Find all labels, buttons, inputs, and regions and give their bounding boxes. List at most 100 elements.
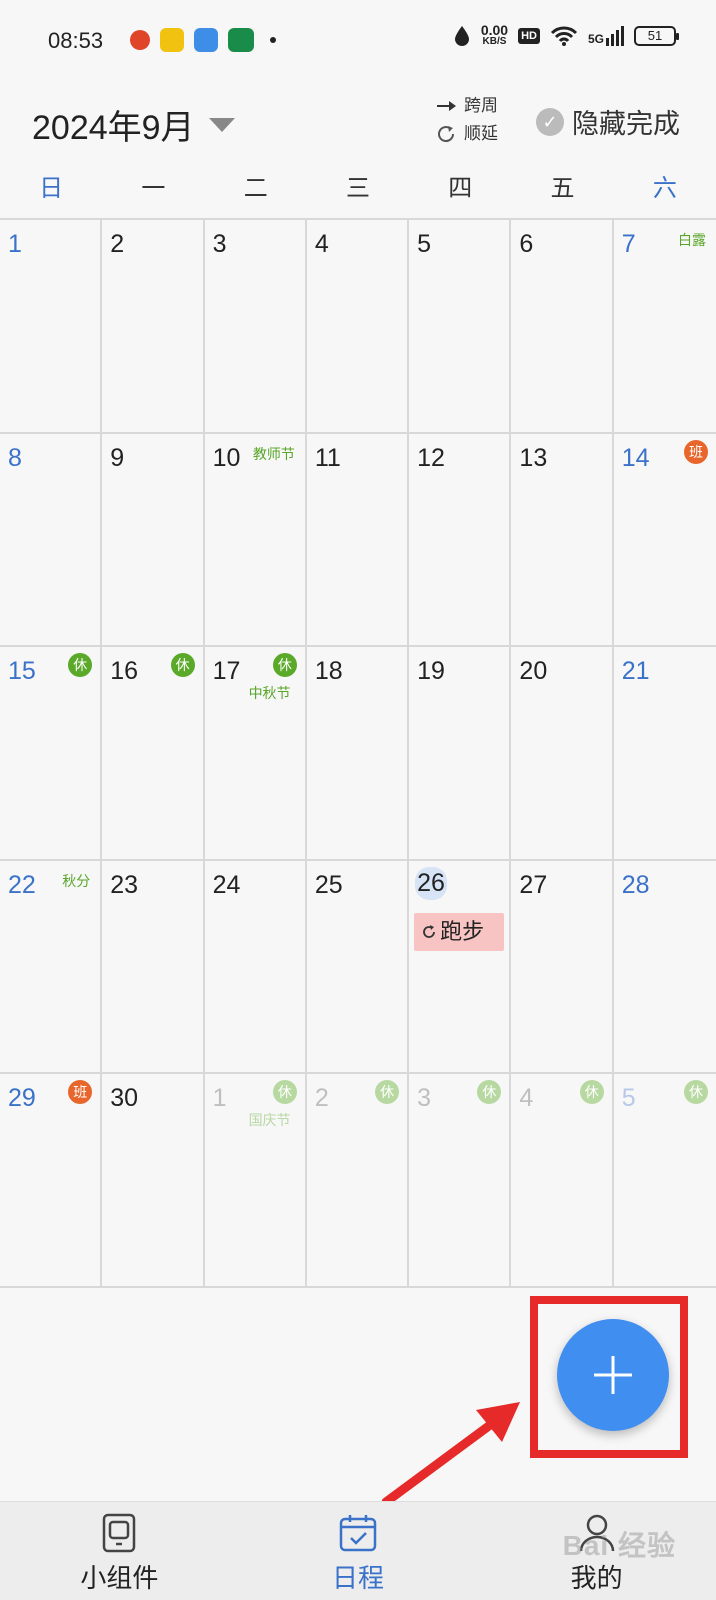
holiday-badge: 休 bbox=[375, 1080, 400, 1104]
day-cell[interactable]: 5休 bbox=[613, 1074, 716, 1288]
day-cell[interactable]: 2 bbox=[102, 220, 205, 434]
day-number: 18 bbox=[314, 657, 343, 685]
bottom-navigation: 小组件 日程 我的 bbox=[0, 1501, 716, 1600]
day-cell[interactable]: 5 bbox=[409, 220, 512, 434]
day-number: 2 bbox=[314, 1084, 329, 1112]
repeat-icon bbox=[423, 924, 436, 938]
display-options: 跨周 顺延 bbox=[436, 92, 498, 148]
weekday-label: 二 bbox=[243, 175, 268, 202]
status-indicators: 0.00 KB/S HD 5G 51 bbox=[453, 23, 679, 48]
nav-widgets[interactable]: 小组件 bbox=[0, 1502, 239, 1600]
day-cell[interactable]: 27 bbox=[511, 860, 614, 1074]
day-number: 10 bbox=[212, 443, 241, 472]
day-number: 3 bbox=[417, 1084, 432, 1112]
calendar-header: 2024年9月 跨周 顺延 ✓ 隐藏完成 bbox=[0, 80, 716, 160]
day-number: 27 bbox=[519, 870, 548, 899]
day-cell[interactable]: 18 bbox=[306, 647, 410, 861]
weekday-label: 五 bbox=[550, 175, 575, 202]
day-number: 5 bbox=[417, 230, 432, 258]
day-cell[interactable]: 16 休 bbox=[102, 647, 205, 861]
day-cell[interactable]: 13 bbox=[511, 433, 614, 647]
day-cell[interactable]: 25 bbox=[306, 860, 410, 1074]
day-cell[interactable]: 21 bbox=[613, 647, 716, 861]
app-notification-icon bbox=[160, 28, 184, 52]
day-cell[interactable]: 29 班 bbox=[0, 1074, 103, 1288]
day-cell[interactable]: 12 bbox=[409, 433, 512, 647]
day-number: 12 bbox=[417, 443, 445, 472]
day-cell[interactable]: 4 bbox=[306, 220, 410, 434]
more-notifications-dot bbox=[270, 37, 276, 43]
day-number: 24 bbox=[212, 870, 241, 899]
cross-week-option[interactable]: 跨周 bbox=[436, 92, 498, 120]
day-cell[interactable]: 6 bbox=[511, 220, 614, 434]
event-title: 跑步 bbox=[440, 918, 485, 944]
oppo-app-icon bbox=[228, 28, 254, 52]
day-cell[interactable]: 30 bbox=[102, 1074, 205, 1288]
holiday-badge: 休 bbox=[683, 1080, 708, 1104]
day-cell[interactable]: 23 bbox=[102, 860, 205, 1074]
holiday-badge: 休 bbox=[68, 653, 93, 677]
nav-widgets-label: 小组件 bbox=[80, 1563, 159, 1593]
day-cell-today[interactable]: 26 跑步 bbox=[409, 860, 512, 1074]
hide-completed-toggle[interactable]: ✓ 隐藏完成 bbox=[536, 102, 680, 141]
weekday-label: 四 bbox=[448, 175, 473, 202]
festival-label: 秋分 bbox=[62, 872, 91, 889]
day-cell[interactable]: 19 bbox=[409, 647, 512, 861]
month-title: 2024年9月 bbox=[32, 109, 195, 147]
festival-label: 中秋节 bbox=[248, 685, 291, 701]
day-cell[interactable]: 7 白露 bbox=[613, 220, 716, 434]
nav-mine[interactable]: 我的 bbox=[477, 1502, 716, 1600]
battery-icon: 51 bbox=[634, 26, 679, 46]
day-number: 17 bbox=[212, 657, 241, 685]
day-number: 4 bbox=[314, 230, 329, 258]
day-cell[interactable]: 4休 bbox=[511, 1074, 614, 1288]
day-cell[interactable]: 20 bbox=[511, 647, 614, 861]
day-number: 16 bbox=[110, 657, 139, 685]
nav-schedule-label: 日程 bbox=[332, 1563, 385, 1593]
day-number: 28 bbox=[621, 870, 650, 899]
weekday-label: 六 bbox=[652, 175, 677, 202]
event-chip[interactable]: 跑步 bbox=[414, 912, 505, 951]
workday-badge: 班 bbox=[683, 439, 708, 464]
day-cell[interactable]: 11 bbox=[306, 433, 410, 647]
holiday-badge: 休 bbox=[170, 653, 195, 677]
day-cell[interactable]: 24 bbox=[204, 860, 307, 1074]
day-cell[interactable]: 22 秋分 bbox=[0, 860, 103, 1074]
day-number: 11 bbox=[314, 443, 341, 472]
day-cell[interactable]: 8 bbox=[0, 433, 103, 647]
day-number: 6 bbox=[519, 230, 534, 258]
day-number: 25 bbox=[314, 870, 343, 899]
weekday-label: 一 bbox=[141, 175, 166, 202]
widget-icon bbox=[103, 1513, 136, 1553]
person-icon bbox=[579, 1514, 614, 1552]
day-number: 3 bbox=[212, 230, 227, 258]
holiday-badge: 休 bbox=[579, 1080, 604, 1104]
nav-schedule[interactable]: 日程 bbox=[239, 1502, 478, 1600]
workday-badge: 班 bbox=[68, 1080, 93, 1104]
postpone-option[interactable]: 顺延 bbox=[436, 120, 498, 148]
day-number: 19 bbox=[417, 657, 445, 685]
weekday-row: 日 一 二 三 四 五 六 bbox=[0, 165, 716, 213]
month-selector[interactable]: 2024年9月 bbox=[32, 100, 235, 149]
refresh-icon bbox=[438, 126, 455, 143]
notification-icons bbox=[130, 28, 276, 52]
status-bar: 08:53 0.00 KB/S HD 5G 51 bbox=[0, 0, 716, 80]
weekday-label: 日 bbox=[39, 175, 64, 202]
day-cell[interactable]: 17 休中秋节 bbox=[204, 647, 307, 861]
day-cell[interactable]: 28 bbox=[613, 861, 716, 1074]
day-cell[interactable]: 9 bbox=[102, 433, 205, 647]
day-number: 13 bbox=[519, 443, 548, 472]
day-cell[interactable]: 1 休国庆节 bbox=[204, 1074, 307, 1288]
day-cell[interactable]: 3休 bbox=[409, 1074, 512, 1288]
holiday-badge: 休 bbox=[272, 653, 297, 677]
add-event-button[interactable] bbox=[557, 1319, 669, 1431]
day-cell[interactable]: 15 休 bbox=[0, 647, 103, 861]
day-cell[interactable]: 10 教师节 bbox=[204, 433, 307, 647]
day-cell[interactable]: 3 bbox=[204, 220, 307, 434]
day-number: 26 bbox=[415, 866, 447, 900]
nav-mine-label: 我的 bbox=[570, 1563, 623, 1593]
day-cell[interactable]: 14 班 bbox=[613, 434, 716, 647]
day-cell[interactable]: 1 bbox=[0, 220, 103, 434]
day-number: 5 bbox=[621, 1084, 636, 1112]
day-cell[interactable]: 2休 bbox=[306, 1074, 410, 1288]
